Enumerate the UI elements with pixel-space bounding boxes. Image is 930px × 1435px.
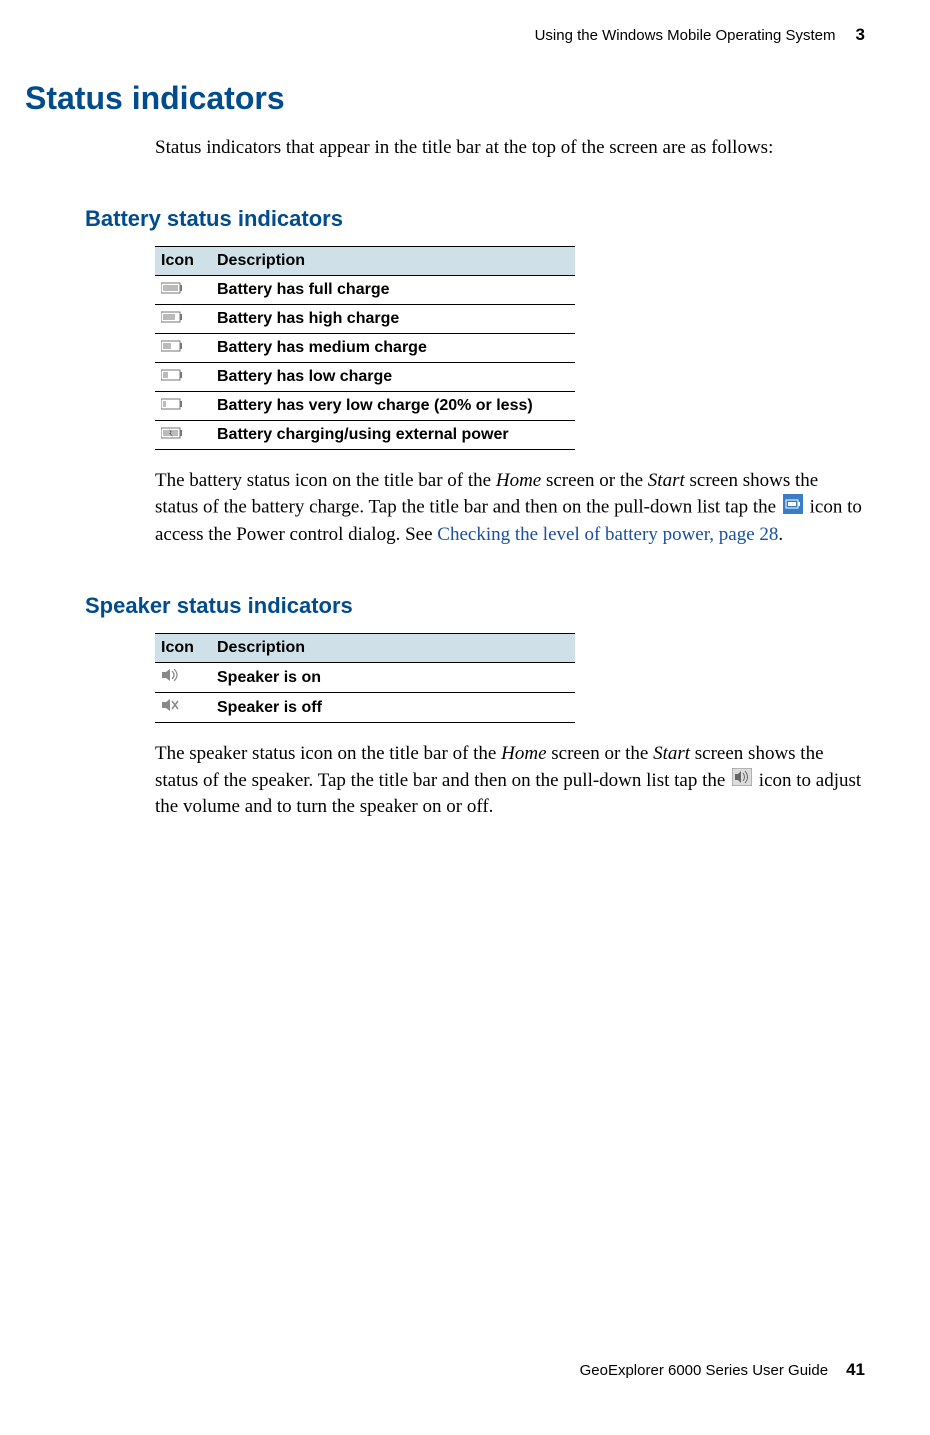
battery-header-icon: Icon <box>155 246 211 275</box>
battery-link[interactable]: Checking the level of battery power, pag… <box>437 524 778 545</box>
home-ref: Home <box>501 743 546 764</box>
home-ref: Home <box>496 470 541 491</box>
power-dialog-icon <box>783 494 803 522</box>
battery-desc: Battery has full charge <box>211 275 575 304</box>
speaker-desc: Speaker is on <box>211 663 575 693</box>
chapter-title: Using the Windows Mobile Operating Syste… <box>535 27 836 44</box>
battery-paragraph: The battery status icon on the title bar… <box>155 468 865 549</box>
book-title: GeoExplorer 6000 Series User Guide <box>580 1362 828 1379</box>
battery-desc: Battery has very low charge (20% or less… <box>211 391 575 420</box>
section-title: Status indicators <box>25 80 865 117</box>
speaker-paragraph: The speaker status icon on the title bar… <box>155 741 865 820</box>
speaker-desc: Speaker is off <box>211 693 575 723</box>
speaker-subtitle: Speaker status indicators <box>85 593 865 619</box>
table-row: Battery has low charge <box>155 362 575 391</box>
battery-subtitle: Battery status indicators <box>85 206 865 232</box>
battery-verylow-icon <box>161 397 183 414</box>
speaker-on-icon <box>161 669 181 686</box>
speaker-header-desc: Description <box>211 634 575 663</box>
table-row: Battery has very low charge (20% or less… <box>155 391 575 420</box>
table-row: Battery has full charge <box>155 275 575 304</box>
battery-desc: Battery has medium charge <box>211 333 575 362</box>
table-row: Speaker is on <box>155 663 575 693</box>
table-row: Battery charging/using external power <box>155 420 575 449</box>
battery-header-desc: Description <box>211 246 575 275</box>
volume-dialog-icon <box>732 768 752 794</box>
table-row: Battery has medium charge <box>155 333 575 362</box>
speaker-off-icon <box>161 699 181 716</box>
battery-table: Icon Description Battery has full charge… <box>155 246 575 450</box>
speaker-header-icon: Icon <box>155 634 211 663</box>
table-row: Speaker is off <box>155 693 575 723</box>
section-intro: Status indicators that appear in the tit… <box>155 135 865 161</box>
battery-high-icon <box>161 310 183 327</box>
table-row: Battery has high charge <box>155 304 575 333</box>
battery-full-icon <box>161 281 183 298</box>
battery-low-icon <box>161 368 183 385</box>
battery-desc: Battery has high charge <box>211 304 575 333</box>
battery-charging-icon <box>161 426 183 443</box>
battery-desc: Battery charging/using external power <box>211 420 575 449</box>
running-header: Using the Windows Mobile Operating Syste… <box>85 25 865 45</box>
battery-desc: Battery has low charge <box>211 362 575 391</box>
speaker-table: Icon Description Speaker is on Speaker i… <box>155 633 575 723</box>
battery-medium-icon <box>161 339 183 356</box>
running-footer: GeoExplorer 6000 Series User Guide 41 <box>580 1360 865 1380</box>
start-ref: Start <box>648 470 685 491</box>
start-ref: Start <box>653 743 690 764</box>
page-number: 41 <box>846 1360 865 1380</box>
chapter-number: 3 <box>856 25 865 45</box>
